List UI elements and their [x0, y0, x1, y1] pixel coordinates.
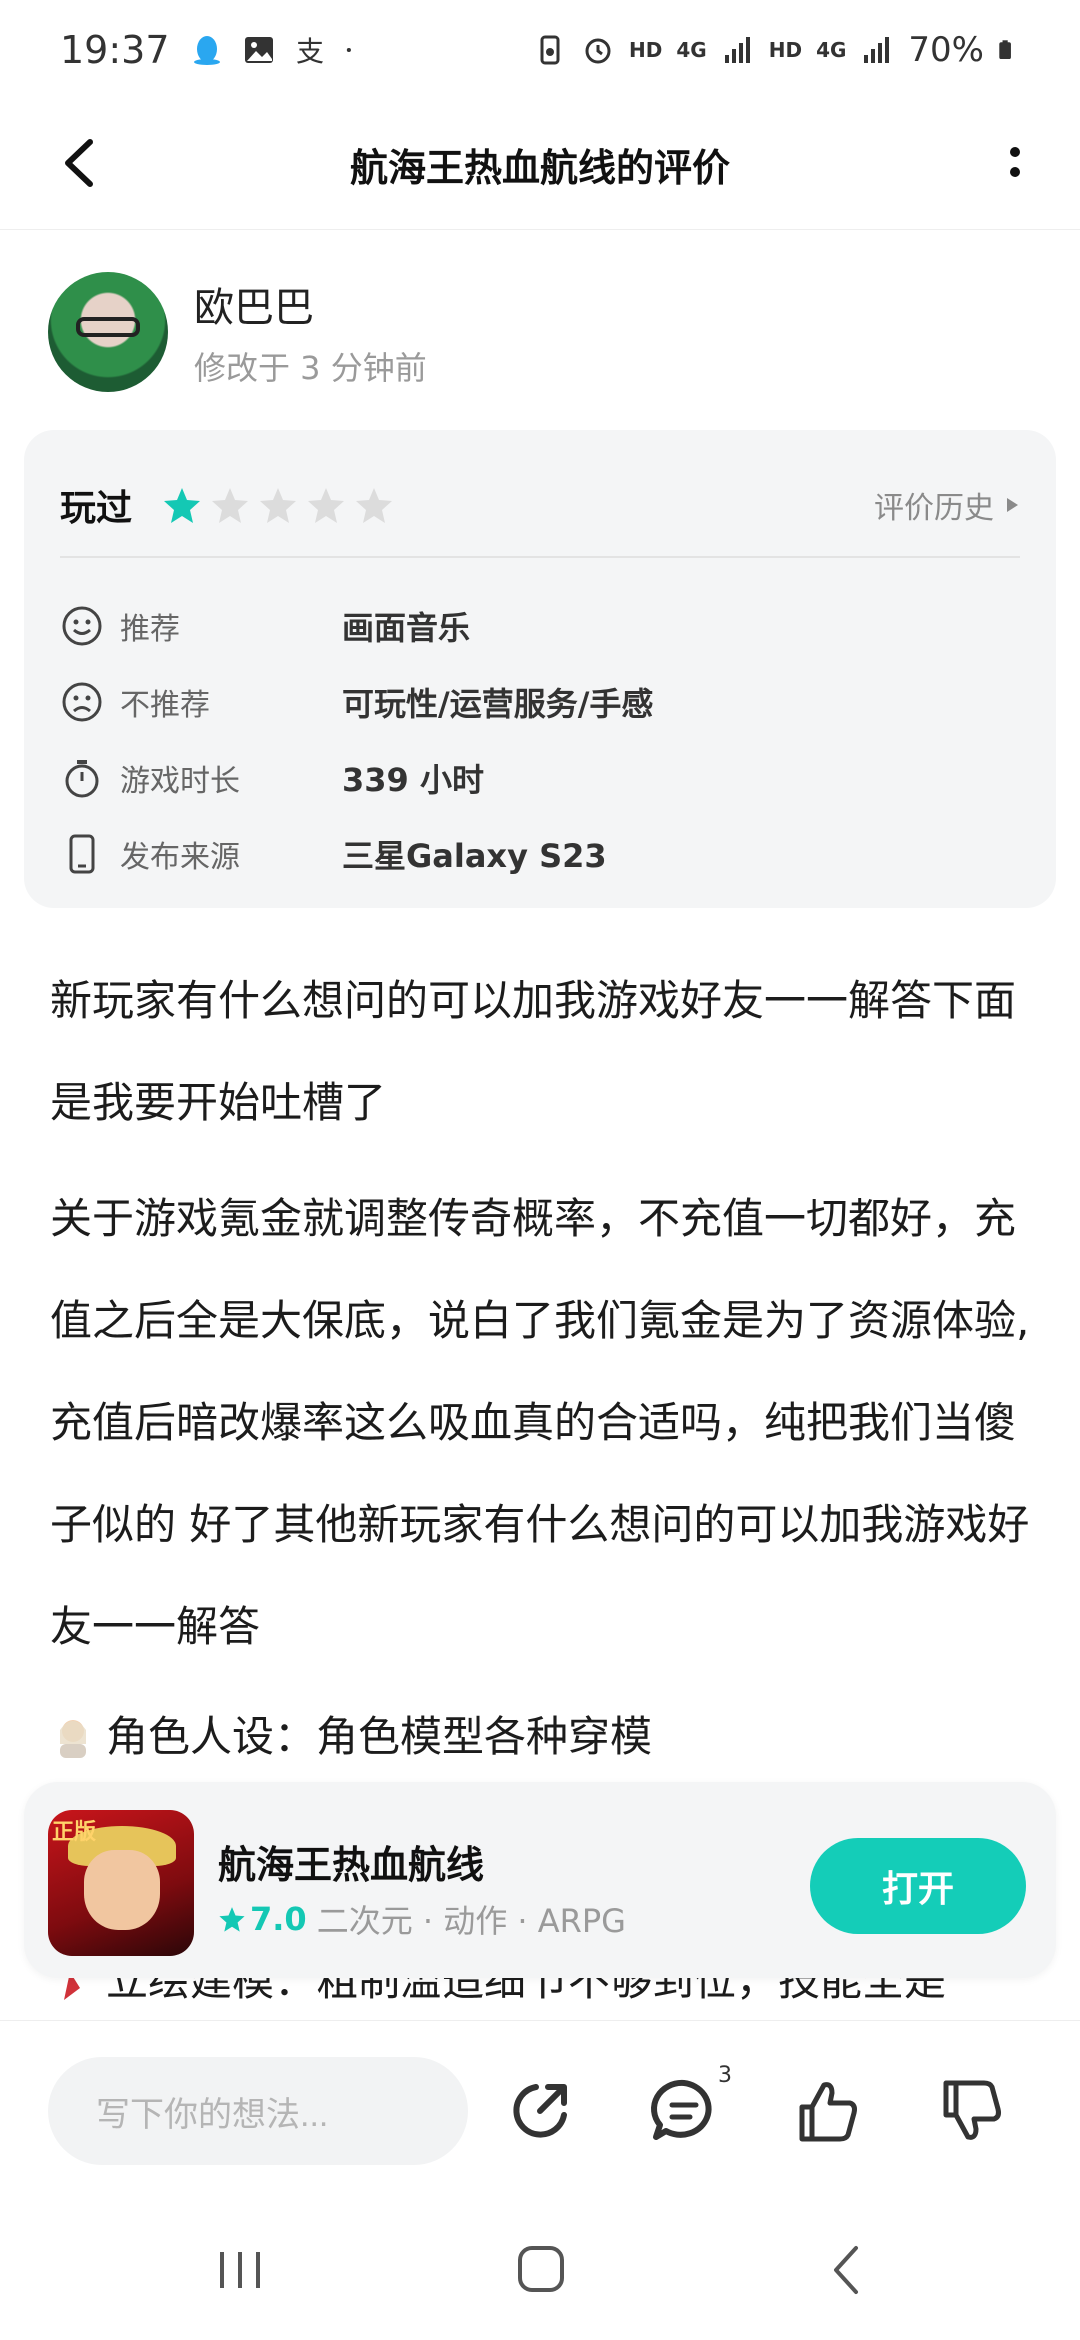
game-card[interactable]: 正版 航海王热血航线 7.0 二次元 · 动作 · ARPG 打开 — [24, 1782, 1056, 1978]
open-button[interactable]: 打开 — [810, 1838, 1026, 1934]
thumbs-down-icon[interactable] — [932, 2071, 1012, 2151]
review-paragraph: 新玩家有什么想问的可以加我游戏好友一一解答下面是我要开始吐槽了 — [50, 976, 1017, 1127]
thumbs-up-icon[interactable] — [788, 2071, 868, 2151]
detail-row-source: 发布来源 三星Galaxy S23 — [60, 816, 1020, 892]
divider — [60, 556, 1020, 558]
status-time: 19:37 — [60, 28, 170, 72]
star-rating — [162, 485, 394, 525]
star-empty-icon — [212, 488, 249, 523]
detail-label: 发布来源 — [120, 840, 240, 875]
network-label-2: 4G — [816, 38, 847, 62]
comment-count: 3 — [718, 2063, 732, 2088]
system-nav-bar — [0, 2200, 1080, 2340]
star-empty-icon — [308, 488, 345, 523]
back-nav-icon[interactable] — [806, 2240, 886, 2300]
page-title: 航海王热血航线的评价 — [349, 146, 730, 190]
played-label: 玩过 — [60, 488, 133, 529]
review-details: 推荐 画面音乐 不推荐 可玩性/运营服务/手感 游戏时长 339 小时 发布来源… — [60, 588, 1020, 892]
star-empty-icon — [356, 488, 393, 523]
more-options-icon[interactable] — [1000, 130, 1030, 200]
detail-value: 可玩性/运营服务/手感 — [342, 685, 654, 723]
share-icon[interactable] — [500, 2071, 580, 2151]
review-author: 欧巴巴 修改于 3 分钟前 — [48, 272, 427, 392]
status-bar: 19:37 支 HD 4G HD 4G 70% — [0, 0, 1080, 100]
hd-label-2: HD — [768, 38, 803, 62]
star-icon — [219, 1907, 245, 1932]
detail-label: 游戏时长 — [120, 764, 240, 799]
phone-icon — [69, 834, 95, 874]
game-badge: 正版 — [52, 1820, 97, 1845]
dot-icon — [346, 47, 351, 53]
detail-row-recommend: 推荐 画面音乐 — [60, 588, 1020, 664]
stopwatch-icon — [65, 760, 99, 798]
network-label-1: 4G — [676, 38, 707, 62]
avatar[interactable] — [48, 272, 168, 392]
review-history-label: 评价历史 — [874, 491, 994, 526]
author-name[interactable]: 欧巴巴 — [194, 275, 427, 333]
top-app-bar: 航海王热血航线的评价 — [0, 100, 1080, 230]
character-emoji-icon — [60, 1720, 86, 1758]
alarm-icon — [585, 38, 611, 64]
status-right: HD 4G HD 4G 70% — [533, 30, 1020, 70]
svg-text:支: 支 — [296, 35, 324, 67]
gallery-icon — [244, 37, 273, 63]
hd-label-1: HD — [629, 38, 663, 62]
star-empty-icon — [260, 488, 297, 523]
detail-label: 不推荐 — [120, 688, 210, 723]
modified-time: 修改于 3 分钟前 — [194, 349, 427, 387]
smile-icon — [62, 606, 102, 646]
detail-row-playtime: 游戏时长 339 小时 — [60, 740, 1020, 816]
battery-percent: 70% — [908, 30, 984, 70]
battery-icon — [999, 40, 1011, 60]
alipay-icon: 支 — [296, 35, 324, 67]
back-arrow-icon[interactable] — [50, 128, 110, 198]
notification-icons: 支 — [190, 33, 360, 67]
comment-icon[interactable] — [644, 2071, 724, 2151]
game-info: 7.0 二次元 · 动作 · ARPG — [218, 1896, 626, 1942]
game-name[interactable]: 航海王热血航线 — [218, 1834, 484, 1889]
detail-value: 三星Galaxy S23 — [342, 837, 607, 875]
signal-icon-2 — [864, 37, 890, 63]
game-score-value: 7.0 — [250, 1900, 307, 1938]
triangle-right-icon — [1007, 498, 1018, 512]
comment-input[interactable]: 写下你的想法... — [48, 2057, 468, 2165]
home-icon[interactable] — [500, 2240, 580, 2300]
bottom-action-bar: 写下你的想法... 3 — [0, 2020, 1080, 2200]
rating-card: 玩过 评价历史 推荐 画面音乐 不推荐 可玩性/运营服务/手感 游戏时长 339 — [24, 430, 1056, 908]
review-history-link[interactable]: 评价历史 — [874, 483, 1020, 527]
bullet-text: 角色人设：角色模型各种穿模 — [106, 1712, 653, 1761]
signal-icon-1 — [724, 37, 750, 63]
detail-row-not-recommend: 不推荐 可玩性/运营服务/手感 — [60, 664, 1020, 740]
game-tags: 二次元 · 动作 · ARPG — [316, 1902, 626, 1940]
detail-value: 339 小时 — [342, 761, 484, 799]
review-bullet: 角色人设：角色模型各种穿模 — [50, 1686, 1040, 1788]
review-paragraph: 关于游戏氪金就调整传奇概率，不充值一切都好，充值之后全是大保底，说白了我们氪金是… — [50, 1194, 1030, 1651]
battery-saver-icon — [540, 35, 560, 65]
review-body: 新玩家有什么想问的可以加我游戏好友一一解答下面是我要开始吐槽了 关于游戏氪金就调… — [50, 950, 1040, 1788]
star-icon — [164, 488, 201, 523]
qq-icon — [193, 36, 220, 65]
game-icon[interactable]: 正版 — [48, 1810, 194, 1956]
recent-apps-icon[interactable] — [200, 2240, 280, 2300]
frown-icon — [62, 682, 102, 722]
detail-value: 画面音乐 — [342, 609, 471, 647]
detail-label: 推荐 — [120, 612, 180, 647]
game-score: 7.0 — [218, 1900, 307, 1938]
